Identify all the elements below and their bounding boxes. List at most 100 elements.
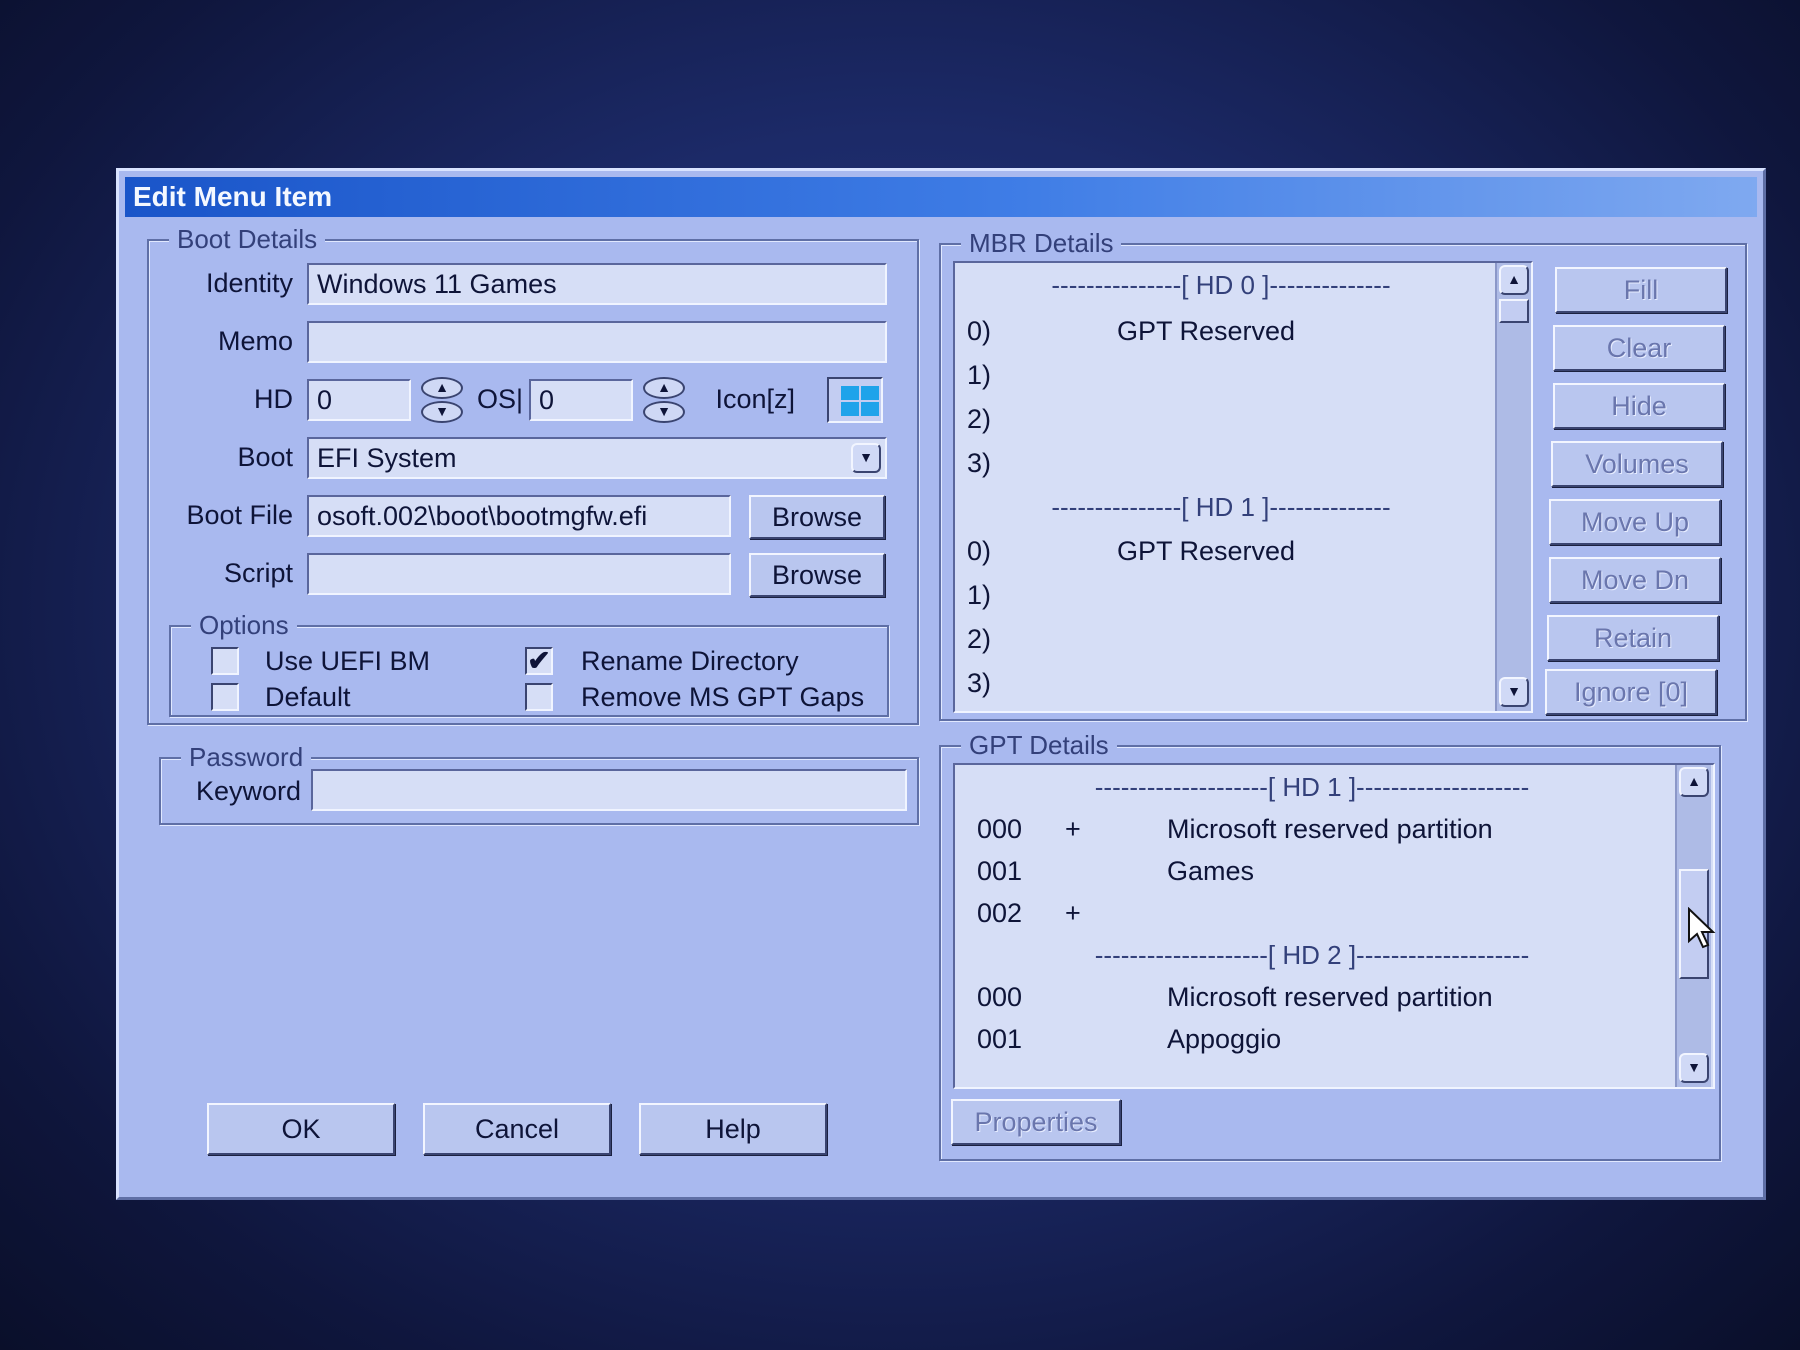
spin-up-icon[interactable]: ▲ xyxy=(421,377,463,399)
remove-ms-gpt-gaps-label: Remove MS GPT Gaps xyxy=(581,682,865,712)
gpt-row[interactable]: 001 Games xyxy=(955,851,1713,891)
mbr-row-index: 3) xyxy=(967,448,992,478)
gpt-row[interactable]: 001 Appoggio xyxy=(955,1019,1713,1059)
hide-button[interactable]: Hide xyxy=(1553,383,1725,429)
rename-directory-label: Rename Directory xyxy=(581,646,799,676)
boot-file-label: Boot File xyxy=(186,500,293,530)
gpt-row-number: 001 xyxy=(977,856,1023,886)
mbr-row-index: 1) xyxy=(967,360,992,390)
volumes-button[interactable]: Volumes xyxy=(1551,441,1723,487)
spin-down-icon[interactable]: ▼ xyxy=(421,401,463,423)
mbr-row-index: 3) xyxy=(967,668,992,698)
boot-label: Boot xyxy=(237,442,293,472)
mbr-row-name: GPT Reserved xyxy=(1117,316,1296,346)
gpt-row-name: Microsoft reserved partition xyxy=(1167,814,1493,844)
mbr-row-index: 0) xyxy=(967,536,992,566)
chevron-down-icon[interactable]: ▼ xyxy=(851,443,881,473)
icon-label: Icon[z] xyxy=(715,384,795,414)
gpt-row[interactable]: 002 + xyxy=(955,893,1713,933)
browse-script-button[interactable]: Browse xyxy=(749,553,885,597)
properties-button[interactable]: Properties xyxy=(951,1099,1121,1145)
mbr-row[interactable]: 3) xyxy=(955,663,1531,703)
mbr-row[interactable]: 1) xyxy=(955,575,1531,615)
memo-field[interactable] xyxy=(307,321,887,363)
options-group: Options Use UEFI BM Default ✔ Rename Dir… xyxy=(169,610,889,717)
scroll-down-icon[interactable]: ▼ xyxy=(1499,677,1529,707)
gpt-hd1-separator: --------------------[ HD 1 ]------------… xyxy=(1094,772,1530,802)
gpt-row-number: 000 xyxy=(977,982,1023,1012)
cancel-button[interactable]: Cancel xyxy=(423,1103,611,1155)
script-label: Script xyxy=(223,558,293,588)
scroll-up-icon[interactable]: ▲ xyxy=(1499,265,1529,295)
gpt-row-flag: + xyxy=(1065,898,1081,928)
boot-file-field[interactable]: osoft.002\boot\bootmgfw.efi xyxy=(307,495,731,537)
gpt-row-name: Appoggio xyxy=(1167,1024,1282,1054)
gpt-row[interactable]: 000 Microsoft reserved partition xyxy=(955,977,1713,1017)
gpt-partition-list[interactable]: --------------------[ HD 1 ]------------… xyxy=(953,763,1715,1089)
script-field[interactable] xyxy=(307,553,731,595)
gpt-hd2-separator: --------------------[ HD 2 ]------------… xyxy=(1094,940,1530,970)
edit-menu-item-dialog: Edit Menu Item Boot Details Identity Win… xyxy=(116,168,1766,1200)
boot-details-legend: Boot Details xyxy=(169,224,326,254)
use-uefi-bm-checkbox[interactable] xyxy=(211,647,239,675)
spin-up-icon[interactable]: ▲ xyxy=(643,377,685,399)
windows-logo-icon[interactable] xyxy=(827,377,883,423)
identity-label: Identity xyxy=(205,268,293,298)
mbr-hd1-separator: ---------------[ HD 1 ]-------------- xyxy=(1051,492,1391,522)
mbr-row[interactable]: 1) xyxy=(955,355,1531,395)
keyword-field[interactable] xyxy=(311,769,907,811)
move-up-button[interactable]: Move Up xyxy=(1549,499,1721,545)
os-label: OS| xyxy=(476,384,523,414)
retain-button[interactable]: Retain xyxy=(1547,615,1719,661)
gpt-row-number: 001 xyxy=(977,1024,1023,1054)
mbr-row[interactable]: 3) xyxy=(955,443,1531,483)
gpt-row-name: Microsoft reserved partition xyxy=(1167,982,1493,1012)
boot-details-group: Boot Details Identity Windows 11 Games M… xyxy=(147,224,919,725)
memo-label: Memo xyxy=(217,326,293,356)
gpt-row-flag: + xyxy=(1065,814,1081,844)
spin-down-icon[interactable]: ▼ xyxy=(643,401,685,423)
keyword-label: Keyword xyxy=(195,776,301,806)
mbr-row-index: 2) xyxy=(967,404,992,434)
gpt-row[interactable]: 000 + Microsoft reserved partition xyxy=(955,809,1713,849)
mbr-row[interactable]: 2) xyxy=(955,399,1531,439)
help-button[interactable]: Help xyxy=(639,1103,827,1155)
hd-spinner-icon[interactable]: ▲ ▼ xyxy=(421,377,465,423)
hd-field[interactable]: 0 xyxy=(307,379,411,421)
password-legend: Password xyxy=(181,742,312,772)
gpt-details-group: GPT Details --------------------[ HD 1 ]… xyxy=(939,730,1721,1161)
mbr-row[interactable]: 2) xyxy=(955,619,1531,659)
scroll-up-icon[interactable]: ▲ xyxy=(1679,767,1709,797)
gpt-row-number: 002 xyxy=(977,898,1023,928)
mbr-row-index: 1) xyxy=(967,580,992,610)
scroll-thumb[interactable] xyxy=(1499,299,1529,323)
mbr-row[interactable]: 0) GPT Reserved xyxy=(955,311,1531,351)
os-field[interactable]: 0 xyxy=(529,379,633,421)
mbr-details-legend: MBR Details xyxy=(961,228,1122,258)
browse-boot-file-button[interactable]: Browse xyxy=(749,495,885,539)
default-checkbox[interactable] xyxy=(211,683,239,711)
remove-ms-gpt-gaps-checkbox[interactable] xyxy=(525,683,553,711)
mbr-row-index: 0) xyxy=(967,316,992,346)
use-uefi-bm-label: Use UEFI BM xyxy=(265,646,431,676)
mbr-hd0-separator: ---------------[ HD 0 ]-------------- xyxy=(1051,270,1391,300)
os-spinner-icon[interactable]: ▲ ▼ xyxy=(643,377,687,423)
move-dn-button[interactable]: Move Dn xyxy=(1549,557,1721,603)
mbr-row[interactable]: 0) GPT Reserved xyxy=(955,531,1531,571)
rename-directory-checkbox[interactable]: ✔ xyxy=(525,647,553,675)
fill-button[interactable]: Fill xyxy=(1555,267,1727,313)
boot-select[interactable]: EFI System xyxy=(307,437,887,479)
password-group: Password Keyword xyxy=(159,742,919,825)
gpt-details-legend: GPT Details xyxy=(961,730,1117,760)
mbr-partition-list[interactable]: ---------------[ HD 0 ]-------------- 0)… xyxy=(953,261,1533,713)
identity-field[interactable]: Windows 11 Games xyxy=(307,263,887,305)
mbr-scrollbar[interactable]: ▲ ▼ xyxy=(1495,263,1531,711)
scroll-down-icon[interactable]: ▼ xyxy=(1679,1053,1709,1083)
default-label: Default xyxy=(265,682,351,712)
ignore-button[interactable]: Ignore [0] xyxy=(1545,669,1717,715)
mouse-cursor-icon xyxy=(1688,907,1716,949)
window-title: Edit Menu Item xyxy=(125,177,1757,217)
ok-button[interactable]: OK xyxy=(207,1103,395,1155)
clear-button[interactable]: Clear xyxy=(1553,325,1725,371)
hd-label: HD xyxy=(254,384,293,414)
